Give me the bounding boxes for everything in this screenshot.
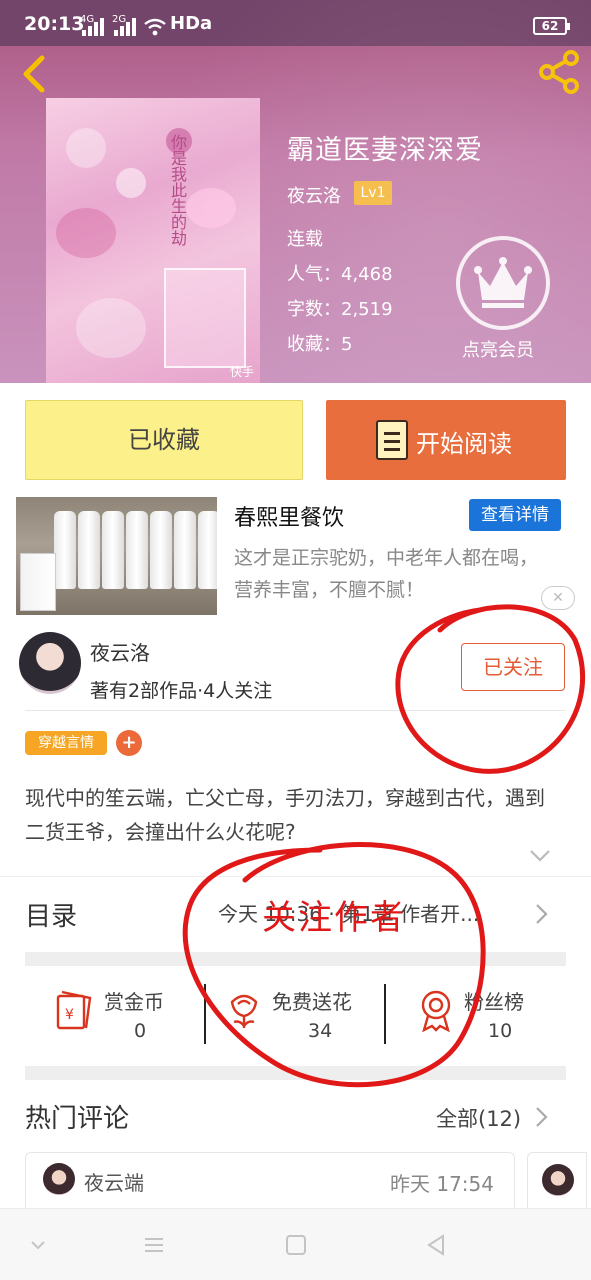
cover-calligraphy: 你是我此生的劫	[168, 134, 187, 246]
home-icon[interactable]	[284, 1233, 308, 1257]
commenter-avatar[interactable]	[43, 1163, 75, 1195]
add-tag-button[interactable]: +	[116, 730, 142, 756]
ad-detail-button[interactable]: 查看详情	[469, 499, 561, 531]
divider	[25, 710, 566, 711]
book-summary: 现代中的笙云端，亡父亡母，手刃法刀，穿越到古代，遇到二货王爷，会撞出什么火花呢?	[25, 786, 545, 844]
wifi-icon	[144, 18, 166, 36]
ad-close-icon[interactable]: ✕	[541, 586, 575, 610]
author-level-badge: Lv1	[354, 181, 392, 205]
chevron-down-icon[interactable]	[26, 1233, 50, 1257]
comment-card[interactable]	[527, 1152, 587, 1208]
author-card-meta: 著有2部作品·4人关注	[90, 680, 273, 702]
ad-title[interactable]: 春熙里餐饮	[234, 500, 344, 532]
book-status: 连载	[287, 229, 323, 250]
follow-button[interactable]: 已关注	[461, 643, 565, 691]
signal-icon	[82, 18, 104, 36]
battery-level: 62	[541, 19, 559, 33]
start-reading-label: 开始阅读	[416, 430, 512, 458]
crown-icon	[474, 257, 532, 308]
ad-image[interactable]	[16, 497, 217, 615]
reward-flowers[interactable]: 免费送花 34	[222, 978, 372, 1068]
chevron-right-icon[interactable]	[535, 903, 549, 925]
flower-icon	[230, 994, 258, 1028]
red-envelope-icon: ¥	[56, 990, 92, 1030]
status-bar: 20:13 4G 2G HDa 62	[0, 0, 591, 46]
network-4g-label: 4G	[80, 14, 95, 25]
commenter-name[interactable]: 夜云端	[84, 1167, 144, 1196]
hot-comments-all-link[interactable]: 全部(12)	[436, 1103, 521, 1133]
book-author-name[interactable]: 夜云洛	[287, 182, 341, 208]
battery-icon: 62	[533, 17, 570, 35]
book-favorites: 收藏：5	[287, 334, 353, 355]
book-header: 20:13 4G 2G HDa 62 你是我此生的劫 快手 霸道医妻深深爱 夜云…	[0, 0, 591, 383]
collected-button[interactable]: 已收藏	[25, 400, 303, 480]
book-cover[interactable]: 你是我此生的劫 快手	[46, 98, 260, 383]
divider	[384, 984, 386, 1044]
signal-icon	[114, 18, 136, 36]
author-card-name[interactable]: 夜云洛	[90, 637, 150, 666]
medal-icon	[421, 990, 451, 1032]
reward-fans-label: 粉丝榜	[464, 990, 524, 1014]
reward-fans[interactable]: 粉丝榜 10	[414, 978, 564, 1068]
divider	[204, 984, 206, 1044]
commenter-avatar[interactable]	[542, 1164, 574, 1196]
section-separator	[25, 952, 566, 966]
cover-inset-frame	[164, 268, 246, 368]
back-arrow-icon[interactable]	[14, 52, 58, 96]
hd-label: HDa	[170, 13, 213, 34]
reward-flowers-count: 34	[308, 1020, 333, 1042]
network-2g-label: 2G	[112, 14, 127, 25]
reward-coins-label: 赏金币	[104, 990, 164, 1014]
svg-text:¥: ¥	[65, 1007, 74, 1023]
book-word-count: 字数：2,519	[287, 299, 393, 320]
back-icon[interactable]	[424, 1233, 448, 1257]
toc-title[interactable]: 目录	[25, 896, 77, 933]
reward-coins[interactable]: ¥ 赏金币 0	[52, 978, 202, 1068]
vip-crown-button[interactable]	[456, 236, 550, 330]
comment-time: 昨天 17:54	[390, 1172, 494, 1196]
reward-coins-count: 0	[134, 1020, 147, 1042]
book-icon	[376, 420, 408, 460]
annotation-text: 关注作者	[262, 898, 406, 938]
author-avatar[interactable]	[19, 632, 81, 694]
chevron-right-icon[interactable]	[535, 1106, 549, 1128]
book-popularity: 人气：4,468	[287, 264, 393, 285]
reward-fans-count: 10	[488, 1020, 513, 1042]
section-separator	[25, 1066, 566, 1080]
menu-icon[interactable]	[142, 1233, 166, 1257]
ad-description[interactable]: 这才是正宗驼奶，中老年人都在喝，营养丰富，不膻不腻！	[234, 542, 544, 606]
system-navigation-bar	[0, 1208, 591, 1280]
status-time: 20:13	[24, 13, 85, 35]
genre-tag[interactable]: 穿越言情	[25, 731, 107, 755]
start-reading-button[interactable]: 开始阅读	[326, 400, 566, 480]
expand-chevron-icon[interactable]	[529, 849, 551, 863]
book-title: 霸道医妻深深爱	[287, 135, 483, 166]
vip-label[interactable]: 点亮会员	[462, 336, 534, 362]
reward-flowers-label: 免费送花	[272, 990, 352, 1014]
share-icon[interactable]	[535, 48, 583, 96]
hot-comments-title: 热门评论	[25, 1104, 130, 1134]
cover-watermark: 快手	[229, 365, 254, 379]
